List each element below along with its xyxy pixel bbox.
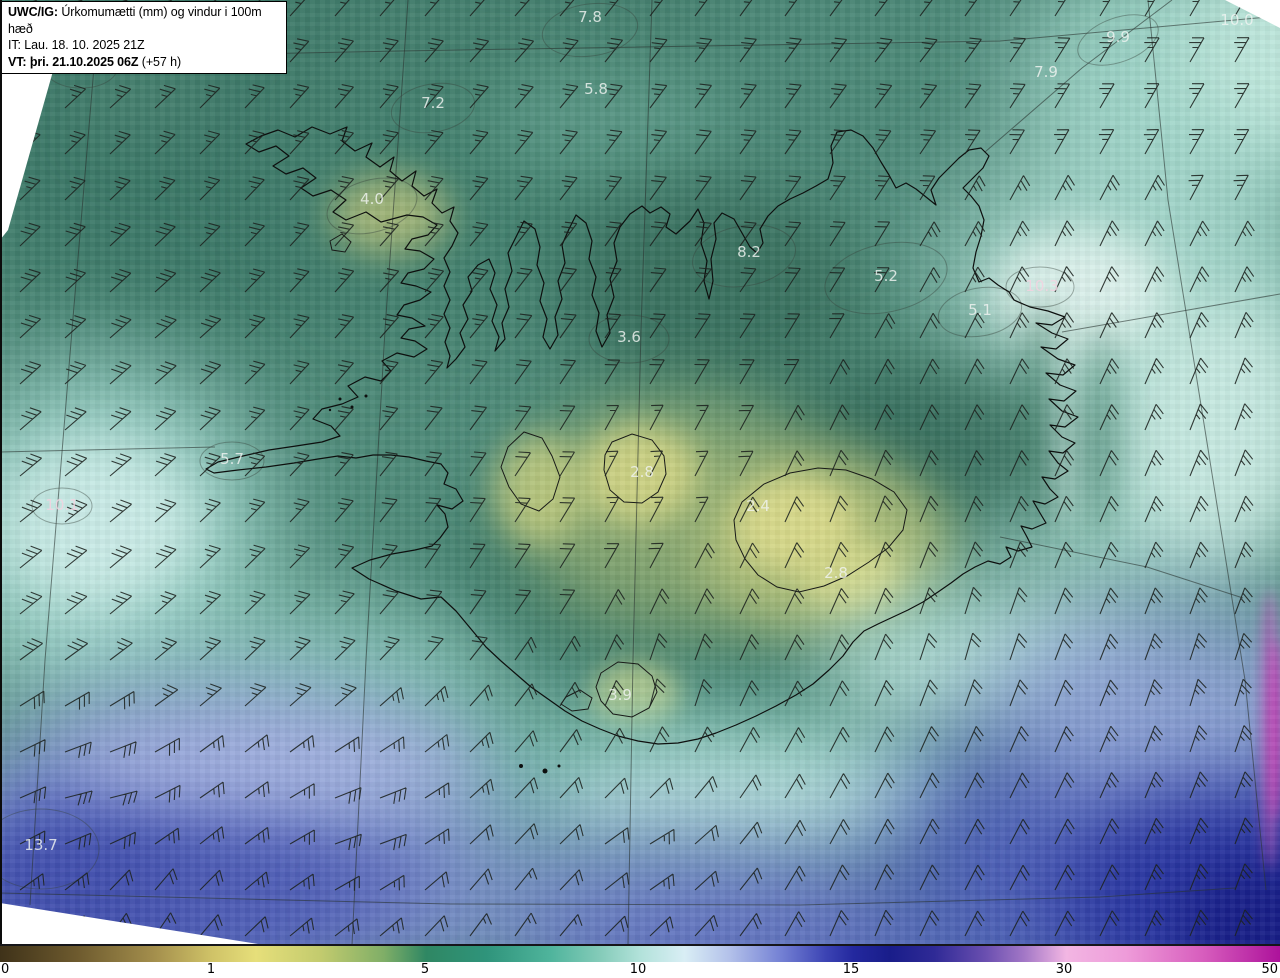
colorbar-tick: 0: [1, 962, 10, 977]
colorbar-tick: 50: [1261, 962, 1278, 977]
map-frame-left: [0, 0, 2, 944]
colorbar-tick: 15: [842, 962, 860, 977]
projection-wedge: [0, 57, 57, 240]
forecast-map: 5.87.87.25.84.09.910.07.98.25.210.35.13.…: [0, 0, 1280, 944]
colorbar-tick: 30: [1055, 962, 1073, 977]
title-line-init: IT: Lau. 18. 10. 2025 21Z: [8, 38, 145, 52]
valid-time: VT: þri. 21.10.2025 06Z: [8, 54, 139, 69]
model-id: UWC/IG:: [8, 5, 58, 19]
title-line-product: UWC/IG: Úrkomumætti (mm) og vindur i 100…: [8, 5, 262, 36]
colorbar-tick: 10: [629, 962, 647, 977]
map-edge-wedges: [0, 0, 1280, 944]
colorbar-tick: 5: [420, 962, 430, 977]
projection-wedge: [1225, 0, 1280, 28]
precipitation-colorbar: [0, 946, 1280, 962]
weather-map-app: 5.87.87.25.84.09.910.07.98.25.210.35.13.…: [0, 0, 1280, 978]
projection-wedge: [0, 903, 258, 944]
colorbar-tick-labels: 0 1 5 10 15 30 50: [0, 962, 1280, 978]
init-label: IT:: [8, 38, 21, 52]
colorbar-tick: 1: [206, 962, 216, 977]
forecast-title-box: UWC/IG: Úrkomumætti (mm) og vindur i 100…: [1, 1, 287, 74]
title-line-valid: VT: þri. 21.10.2025 06Z (+57 h): [8, 54, 182, 69]
